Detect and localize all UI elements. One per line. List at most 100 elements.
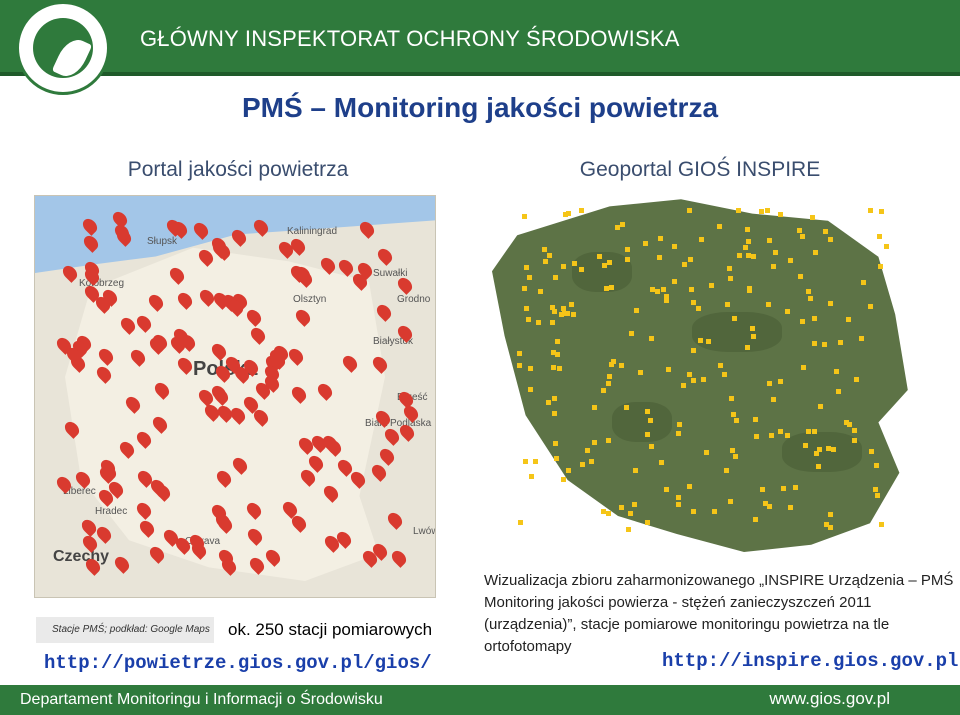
station-marker [672,278,678,284]
station-marker [556,365,562,371]
station-marker [813,451,819,457]
station-marker [726,265,732,271]
station-marker [526,317,532,323]
station-marker [690,300,696,306]
map-label: Hradec [95,506,128,517]
station-marker [677,421,683,427]
station-marker [868,207,874,213]
station-marker[interactable] [112,554,133,574]
station-marker [605,438,611,444]
station-marker [827,512,833,518]
map-label: Biała Podlaska [365,418,432,429]
station-marker[interactable] [377,446,398,467]
station-marker [731,315,737,321]
gios-logo [16,1,110,95]
station-marker [812,249,818,255]
station-marker [879,208,885,214]
station-marker [853,376,859,382]
station-marker [788,258,794,264]
station-marker [526,275,532,281]
station-marker [798,273,804,279]
station-marker [627,510,633,516]
station-marker [552,274,558,280]
station-marker [731,412,737,418]
station-marker [523,265,529,271]
header-bar: GŁÓWNY INSPEKTORAT OCHRONY ŚRODOWISKA [0,0,960,76]
map-label: Słupsk [147,236,178,247]
station-marker [660,286,666,292]
station-marker [828,237,834,243]
station-marker[interactable] [389,548,409,569]
station-marker [797,228,803,234]
station-marker [675,431,681,437]
station-marker [523,458,529,464]
station-marker[interactable] [335,256,356,277]
station-marker[interactable] [368,461,389,482]
organization-title: GŁÓWNY INSPEKTORAT OCHRONY ŚRODOWISKA [140,26,680,51]
inspire-orthophoto-map [492,192,912,552]
station-marker [563,211,569,217]
station-marker [524,306,530,312]
station-marker[interactable] [94,523,115,544]
station-marker [716,223,722,229]
station-marker[interactable] [78,517,99,538]
powietrze-link[interactable]: http://powietrze.gios.gov.pl/gios/ [44,652,432,674]
station-marker [728,395,734,401]
station-marker [578,207,584,213]
station-marker [836,389,842,395]
station-marker [767,380,773,386]
station-marker [800,233,806,239]
station-marker [625,526,631,532]
station-marker [527,387,533,393]
station-marker [809,214,815,220]
map-texture [782,432,862,472]
station-marker [591,439,597,445]
station-marker [535,319,541,325]
station-marker [861,280,867,286]
station-marker [614,225,620,231]
station-marker [769,433,775,439]
station-marker[interactable] [384,510,405,531]
station-marker [750,325,756,331]
station-marker [709,283,715,289]
left-panel-subtitle: Portal jakości powietrza [127,158,349,181]
station-marker [566,468,572,474]
station-marker [688,257,694,263]
station-marker[interactable] [373,301,394,322]
station-marker [517,362,523,368]
station-marker [812,340,818,346]
station-marker [680,382,686,388]
header-divider [0,72,960,76]
station-marker[interactable] [375,245,395,266]
inspire-link[interactable]: http://inspire.gios.gov.pl [662,650,958,672]
station-marker [568,302,574,308]
station-marker [608,284,614,290]
station-marker [605,510,611,516]
station-marker [712,508,718,514]
station-marker [553,456,559,462]
station-marker [592,405,598,411]
station-marker [868,448,874,454]
station-marker [618,363,624,369]
station-marker [722,371,728,377]
station-marker [658,460,664,466]
station-marker [579,266,585,272]
station-marker [687,484,693,490]
station-marker [729,447,735,453]
station-marker [859,336,865,342]
station-marker [690,508,696,514]
station-marker [625,256,630,262]
station-marker [546,399,552,405]
station-marker [664,293,670,299]
website-link[interactable]: www.gios.gov.pl [769,689,890,709]
station-marker [691,378,697,384]
station-marker [657,235,663,241]
map-label-country: Czechy [53,548,110,565]
station-marker [642,240,648,246]
station-marker [620,221,626,227]
station-marker [561,306,567,312]
station-marker [724,301,730,307]
station-marker [718,363,724,369]
station-marker [521,285,527,291]
station-marker [638,370,644,376]
